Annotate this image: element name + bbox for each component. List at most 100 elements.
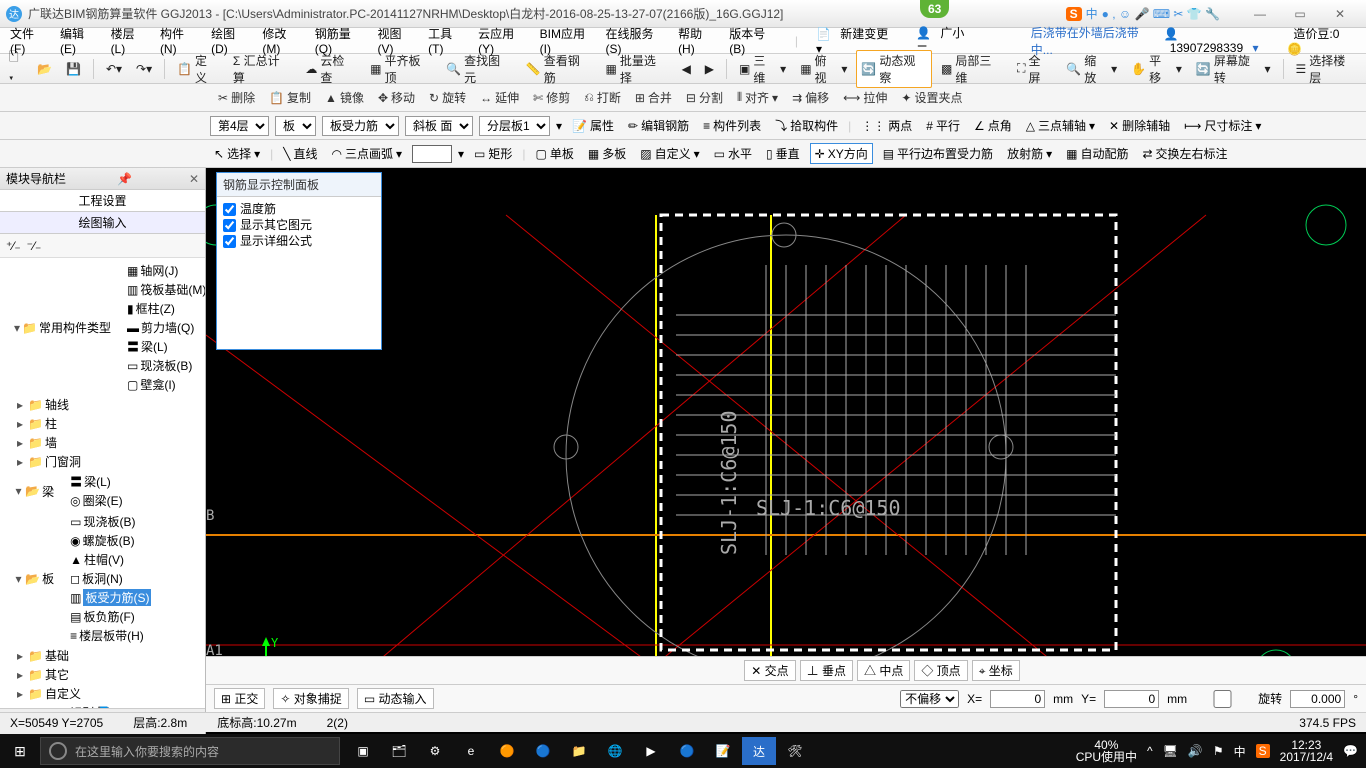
undo-icon[interactable]: ↶▾ [101,60,127,78]
task-app[interactable]: ▣ [346,737,380,765]
batch-button[interactable]: ▦ 批量选择 [601,50,673,88]
vert-button[interactable]: ▯ 垂直 [762,144,804,163]
split-button[interactable]: ⊟ 分割 [682,88,727,107]
layer-combo[interactable]: 分层板1 [479,116,550,136]
subtype-combo[interactable]: 板受力筋 [322,116,399,136]
tree-column[interactable]: ▸📁 柱 [14,414,205,433]
point-angle-button[interactable]: ∠ 点角 [970,116,1016,135]
tree-shearwall[interactable]: ▬ 剪力墙(Q) [127,318,205,337]
tree-neg-rebar[interactable]: ▤ 板负筋(F) [70,607,205,626]
tree-ring-beam[interactable]: ◎ 圈梁(E) [70,491,205,510]
line-button[interactable]: ╲ 直线 [279,144,321,163]
tab-project[interactable]: 工程设置 [0,190,205,212]
tree-floor-band[interactable]: ≡ 楼层板带(H) [70,626,205,645]
del-aux-button[interactable]: ✕ 删除辅轴 [1105,116,1174,135]
select-floor-button[interactable]: ☰ 选择楼层 [1291,50,1362,88]
rotate-check[interactable] [1195,690,1250,708]
rotate-input[interactable] [1290,690,1345,708]
parallel-button[interactable]: # 平行 [922,116,964,135]
x-input[interactable] [990,690,1045,708]
tree-castslab[interactable]: ▭ 现浇板(B) [127,356,205,375]
type-combo[interactable]: 板 [275,116,316,136]
min-button[interactable]: — [1240,7,1280,21]
fullscreen-button[interactable]: ⛶ 全屏 [1012,50,1057,88]
move-button[interactable]: ✥ 移动 [374,88,419,107]
tree-niche[interactable]: ▢ 壁龛(I) [127,375,205,394]
task-app[interactable]: 🛠 [778,737,812,765]
snap-coord[interactable]: ⌖ 坐标 [972,660,1020,681]
three-point-button[interactable]: △ 三点辅轴 ▾ [1022,116,1099,135]
task-app[interactable]: 🔵 [670,737,704,765]
pick-comp-button[interactable]: ⤵ 拾取构件 [771,116,842,135]
top-view-button[interactable]: ▦ 俯视 ▾ [795,50,852,88]
custom-button[interactable]: ▨ 自定义 ▾ [636,144,703,163]
start-button[interactable]: ⊞ [0,743,40,760]
tray-vol-icon[interactable]: 🔊 [1188,744,1203,758]
tab-draw[interactable]: 绘图输入 [0,212,205,234]
tray-up-icon[interactable]: ^ [1147,744,1153,758]
screen-rotate-button[interactable]: 🔄 屏幕旋转 ▾ [1191,50,1276,88]
redo-icon[interactable]: ↷▾ [131,60,157,78]
snap-mid[interactable]: △ 中点 [857,660,910,681]
auto-rebar-button[interactable]: ▦ 自动配筋 [1062,144,1132,163]
copy-button[interactable]: 📋 复制 [265,88,315,107]
tree[interactable]: ▾📁 常用构件类型 ▦ 轴网(J) ▥ 筏板基础(M) ▮ 框柱(Z) ▬ 剪力… [0,258,205,708]
save-icon[interactable]: 💾 [61,60,86,78]
chk-other[interactable]: 显示其它图元 [223,217,375,233]
tree-col[interactable]: ▮ 框柱(Z) [127,299,205,318]
snap-top[interactable]: ◇ 顶点 [914,660,967,681]
arc-button[interactable]: ◠ 三点画弧 ▾ [327,144,406,163]
next-icon[interactable]: ▶ [700,60,719,78]
tree-cap[interactable]: ▲ 柱帽(V) [70,550,205,569]
radial-button[interactable]: 放射筋 ▾ [1003,144,1056,163]
mirror-button[interactable]: ▲ 镜像 [321,88,368,107]
menu-edit[interactable]: 编辑(E) [54,23,103,58]
break-button[interactable]: ⎌ 打断 [580,88,625,107]
task-app[interactable]: 🔵 [526,737,560,765]
align-button[interactable]: ⫴ 对齐 ▾ [733,88,782,107]
delete-button[interactable]: ✂ 删除 [214,88,259,107]
collapse-icon[interactable]: ⁻⁄₋ [27,239,42,253]
tree-door[interactable]: ▸📁 门窗洞 [14,452,205,471]
tree-custom[interactable]: ▸📁 自定义 [14,684,205,703]
tree-hole[interactable]: ◻ 板洞(N) [70,569,205,588]
rect-button[interactable]: ▭ 矩形 [470,144,516,163]
rotate-button[interactable]: ↻ 旋转 [425,88,470,107]
snap-perp[interactable]: ⊥ 垂点 [800,660,853,681]
tree-slab-cast[interactable]: ▭ 现浇板(B) [70,512,205,531]
edit-steel-button[interactable]: ✏ 编辑钢筋 [624,116,693,135]
max-button[interactable]: ▭ [1280,7,1320,21]
horiz-button[interactable]: ▭ 水平 [710,144,756,163]
dyn-input-button[interactable]: ▭ 动态输入 [357,688,434,709]
dimension-button[interactable]: ⟼ 尺寸标注 ▾ [1180,116,1265,135]
chk-formula[interactable]: 显示详细公式 [223,233,375,249]
tray-notif-icon[interactable]: 💬 [1343,744,1358,758]
tray-ime[interactable]: 中 [1234,743,1246,760]
rebar-display-panel[interactable]: 钢筋显示控制面板 温度筋 显示其它图元 显示详细公式 [216,172,382,350]
offset-combo[interactable]: 不偏移 [900,690,959,708]
tray-net-icon[interactable]: 🖥 [1163,744,1178,758]
select-button[interactable]: ↖ 选择 ▾ [210,144,264,163]
snap-cross[interactable]: ✕ 交点 [744,660,795,681]
tree-beam[interactable]: 〓 梁(L) [127,337,205,356]
setpoint-button[interactable]: ✦ 设置夹点 [897,88,966,107]
ime-item[interactable]: ● , ☺ 🎤 ⌨ ✂ 👕 🔧 [1102,7,1220,21]
zoom-button[interactable]: 🔍 缩放 ▾ [1061,50,1122,88]
new-icon[interactable]: 🗋▾ [4,46,28,92]
tree-foundation[interactable]: ▸📁 基础 [14,646,205,665]
tray-sogou[interactable]: S [1256,744,1270,758]
task-app[interactable]: 📁 [562,737,596,765]
flat-button[interactable]: ▦ 平齐板顶 [365,50,437,88]
search-box[interactable]: 在这里输入你要搜索的内容 [40,737,340,765]
two-point-button[interactable]: ⋮⋮ 两点 [857,116,916,135]
y-input[interactable] [1104,690,1159,708]
merge-button[interactable]: ⊞ 合并 [631,88,676,107]
steel-view-button[interactable]: 📏 查看钢筋 [521,50,597,88]
3d-button[interactable]: ▣ 三维 ▾ [734,50,791,88]
close-panel-icon[interactable]: ✕ [189,172,199,186]
task-app[interactable]: 🌐 [598,737,632,765]
ime-zhong[interactable]: 中 [1086,5,1098,22]
osnap-button[interactable]: ✧ 对象捕捉 [273,688,348,709]
tree-beam-l[interactable]: 〓 梁(L) [70,472,205,491]
tree-slab-rebar[interactable]: ▥ 板受力筋(S) [70,588,205,607]
